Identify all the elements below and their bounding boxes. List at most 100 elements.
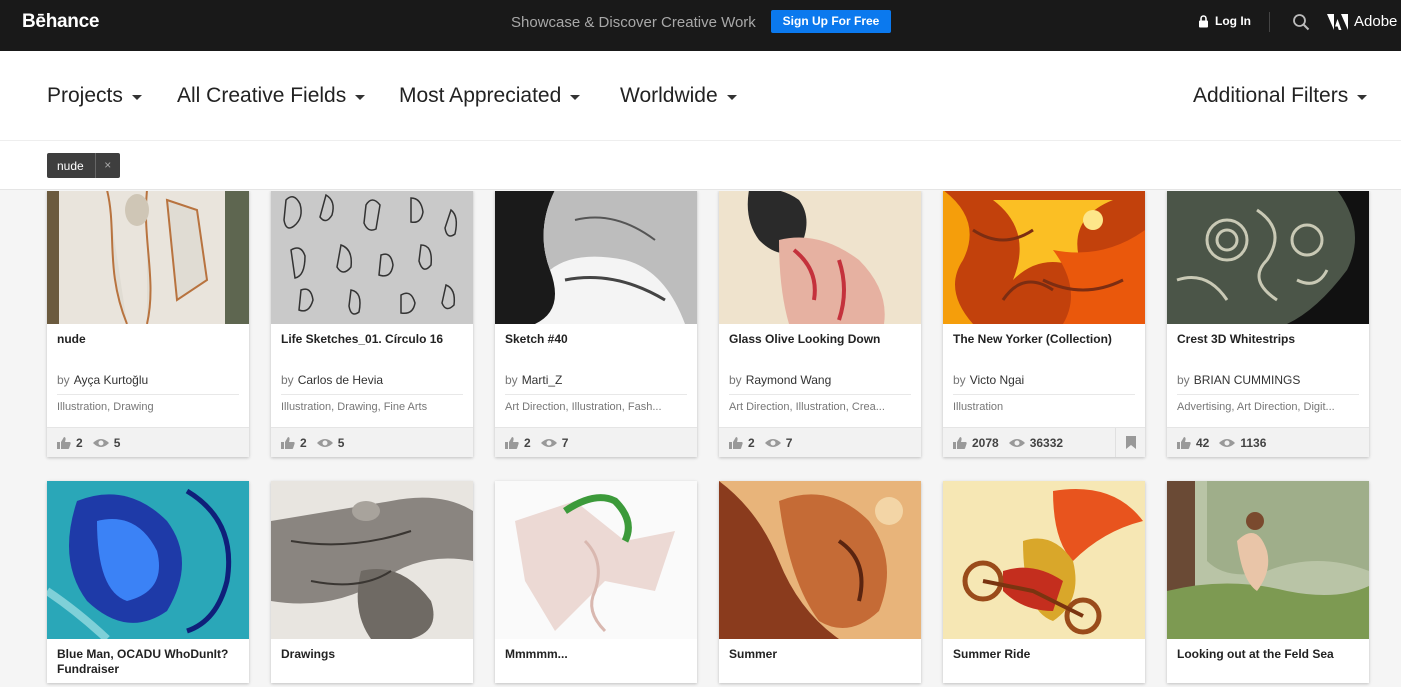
bookmark-button[interactable] — [1115, 428, 1145, 457]
adobe-label: Adobe — [1354, 13, 1398, 30]
appreciations-stat: 2 — [57, 436, 83, 450]
project-owner: by Victo Ngai — [953, 368, 1135, 395]
project-owner: by Ayça Kurtoğlu — [57, 368, 239, 395]
by-label: by — [57, 373, 70, 387]
caret-down-icon — [570, 95, 581, 100]
project-thumbnail[interactable] — [47, 481, 249, 639]
project-thumbnail[interactable] — [719, 481, 921, 639]
views-stat: 5 — [316, 436, 344, 450]
appreciations-stat: 2 — [505, 436, 531, 450]
log-in-label: Log In — [1215, 14, 1251, 28]
project-owner: by Carlos de Hevia — [281, 368, 463, 395]
project-card[interactable]: Looking out at the Feld Sea — [1167, 481, 1369, 683]
project-title[interactable]: Summer Ride — [953, 639, 1135, 683]
eye-icon — [764, 438, 781, 447]
behance-logo[interactable]: Bēhance — [22, 11, 99, 33]
project-title[interactable]: Summer — [729, 639, 911, 683]
project-thumbnail[interactable] — [47, 191, 249, 324]
project-thumbnail[interactable] — [943, 191, 1145, 324]
projects-dropdown[interactable]: Projects — [47, 84, 142, 108]
project-title[interactable]: Glass Olive Looking Down — [729, 324, 911, 368]
project-card[interactable]: Mmmmm... — [495, 481, 697, 683]
additional-filters-dropdown[interactable]: Additional Filters — [1193, 84, 1368, 108]
adobe-link[interactable]: Adobe — [1327, 13, 1397, 30]
views-stat: 7 — [540, 435, 569, 450]
projects-dropdown-label: Projects — [47, 84, 123, 107]
sort-dropdown[interactable]: Most Appreciated — [399, 84, 581, 108]
search-icon[interactable] — [1292, 13, 1310, 31]
project-thumbnail[interactable] — [719, 191, 921, 324]
views-stat: 7 — [764, 435, 793, 450]
views-stat: 36332 — [1008, 435, 1064, 450]
views-count: 36332 — [1029, 435, 1064, 450]
project-card[interactable]: Glass Olive Looking Down by Raymond Wang … — [719, 191, 921, 457]
eye-icon — [1008, 438, 1025, 447]
project-title[interactable]: Sketch #40 — [505, 324, 687, 368]
project-fields[interactable]: Illustration, Drawing, Fine Arts — [281, 395, 463, 427]
creative-fields-label: All Creative Fields — [177, 84, 347, 107]
project-stats: 2 5 — [271, 427, 473, 457]
search-tag-label: nude — [57, 158, 84, 173]
project-title[interactable]: The New Yorker (Collection) — [953, 324, 1135, 368]
by-label: by — [505, 373, 518, 387]
appreciations-count: 2 — [524, 435, 531, 450]
by-label: by — [1177, 373, 1190, 387]
project-card[interactable]: Drawings — [271, 481, 473, 683]
project-title[interactable]: Life Sketches_01. Círculo 16 — [281, 324, 463, 368]
log-in-link[interactable]: Log In — [1198, 14, 1251, 28]
views-count: 5 — [113, 435, 121, 450]
creative-fields-dropdown[interactable]: All Creative Fields — [177, 84, 366, 108]
by-label: by — [729, 373, 742, 387]
project-fields[interactable]: Art Direction, Illustration, Fash... — [505, 395, 687, 427]
project-card[interactable]: Blue Man, OCADU WhoDunIt? Fundraiser — [47, 481, 249, 683]
project-fields[interactable]: Advertising, Art Direction, Digit... — [1177, 395, 1359, 427]
thumbs-up-icon — [953, 436, 967, 449]
eye-icon — [316, 438, 333, 447]
project-fields[interactable]: Illustration, Drawing — [57, 395, 239, 427]
appreciations-stat: 42 — [1177, 436, 1209, 450]
project-stats: 2 7 — [719, 427, 921, 457]
caret-down-icon — [726, 95, 737, 100]
project-card[interactable]: The New Yorker (Collection) by Victo Ngai… — [943, 191, 1145, 457]
project-title[interactable]: Blue Man, OCADU WhoDunIt? Fundraiser — [57, 639, 239, 683]
project-title[interactable]: nude — [57, 324, 239, 368]
appreciations-count: 2 — [748, 435, 755, 450]
project-card[interactable]: Life Sketches_01. Círculo 16 by Carlos de… — [271, 191, 473, 457]
project-fields[interactable]: Illustration — [953, 395, 1135, 427]
project-card[interactable]: Crest 3D Whitestrips by BRIAN CUMMINGS Ad… — [1167, 191, 1369, 457]
project-title[interactable]: Looking out at the Feld Sea — [1177, 639, 1359, 683]
project-thumbnail[interactable] — [1167, 481, 1369, 639]
owner-link[interactable]: Carlos de Hevia — [298, 373, 383, 387]
project-fields[interactable]: Art Direction, Illustration, Crea... — [729, 395, 911, 427]
remove-tag-button[interactable]: × — [94, 153, 120, 178]
owner-link[interactable]: Marti_Z — [522, 373, 563, 387]
sign-up-button[interactable]: Sign Up For Free — [771, 10, 891, 33]
project-card[interactable]: nude by Ayça Kurtoğlu Illustration, Drawi… — [47, 191, 249, 457]
top-bar: Bēhance Showcase & Discover Creative Wor… — [0, 0, 1401, 51]
project-thumbnail[interactable] — [495, 481, 697, 639]
project-title[interactable]: Crest 3D Whitestrips — [1177, 324, 1359, 368]
views-count: 7 — [561, 435, 569, 450]
owner-link[interactable]: Victo Ngai — [970, 373, 1024, 387]
appreciations-stat: 2 — [729, 436, 755, 450]
project-card[interactable]: Sketch #40 by Marti_Z Art Direction, Illu… — [495, 191, 697, 457]
project-thumbnail[interactable] — [495, 191, 697, 324]
project-card[interactable]: Summer — [719, 481, 921, 683]
project-title[interactable]: Mmmmm... — [505, 639, 687, 683]
thumbs-up-icon — [281, 436, 295, 449]
views-count: 7 — [785, 435, 793, 450]
project-card[interactable]: Summer Ride — [943, 481, 1145, 683]
eye-icon — [1219, 438, 1236, 447]
project-stats: 2 7 — [495, 427, 697, 457]
owner-link[interactable]: Raymond Wang — [746, 373, 832, 387]
project-title[interactable]: Drawings — [281, 639, 463, 683]
project-thumbnail[interactable] — [943, 481, 1145, 639]
owner-link[interactable]: Ayça Kurtoğlu — [74, 373, 149, 387]
thumbs-up-icon — [1177, 436, 1191, 449]
owner-link[interactable]: BRIAN CUMMINGS — [1194, 373, 1301, 387]
project-thumbnail[interactable] — [271, 191, 473, 324]
location-dropdown[interactable]: Worldwide — [620, 84, 737, 108]
eye-icon — [92, 438, 109, 447]
project-thumbnail[interactable] — [271, 481, 473, 639]
project-thumbnail[interactable] — [1167, 191, 1369, 324]
